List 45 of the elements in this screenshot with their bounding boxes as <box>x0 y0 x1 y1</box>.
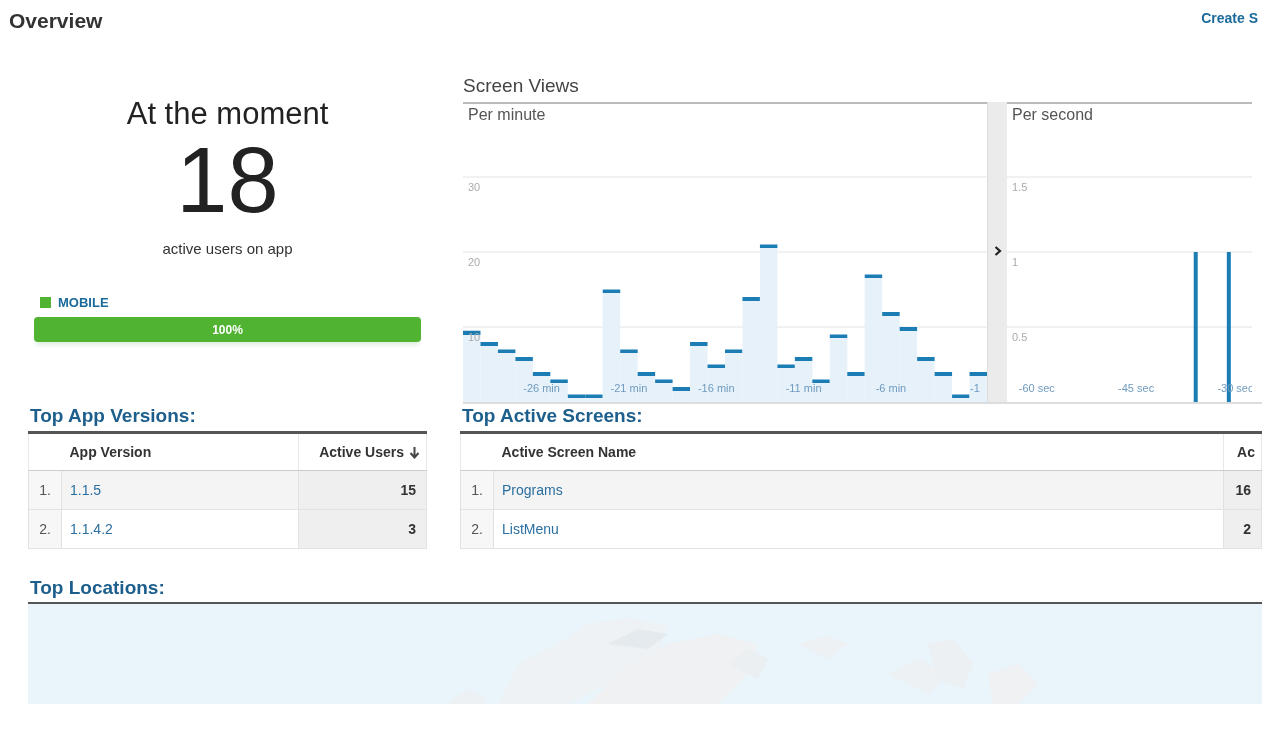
axis-label: -1 <box>970 382 980 394</box>
axis-label: 0.5 <box>1012 331 1028 343</box>
axis-label: -60 sec <box>1018 382 1055 394</box>
section-title: Top App Versions: <box>29 405 197 428</box>
chevron-icon <box>993 245 1002 256</box>
row-number: 2. <box>28 509 62 549</box>
row-link[interactable]: ListMenu <box>502 521 559 537</box>
percent-label: 100% <box>211 323 244 337</box>
table-cell: 16 <box>1223 470 1262 510</box>
row-link[interactable]: 1.1.5 <box>70 482 102 498</box>
row-number: 1. <box>460 470 494 510</box>
axis-label: -45 sec <box>1118 382 1155 394</box>
row-number: 2. <box>460 509 494 549</box>
row-link[interactable]: 1.1.4.2 <box>70 521 113 537</box>
axis-label: 30 <box>468 181 481 193</box>
axis-label: 1 <box>1012 256 1019 268</box>
bar <box>463 330 481 402</box>
chart-subtitle: Per second <box>1012 106 1093 123</box>
row-link[interactable]: Programs <box>502 482 563 498</box>
column-header[interactable]: Active Users <box>298 432 427 471</box>
table-cell: 15 <box>298 470 427 510</box>
column-header: Active Screen Name <box>493 432 1224 471</box>
count-caption: active users on app <box>161 240 294 257</box>
column-header[interactable]: Ac <box>1223 432 1262 471</box>
row-number: 1. <box>28 470 62 510</box>
section-title: Top Active Screens: <box>461 405 644 428</box>
axis-label: -11 min <box>785 382 822 394</box>
table-cell: 2 <box>1223 509 1262 549</box>
axis-label: 1.5 <box>1012 181 1028 193</box>
legend-label: MOBILE <box>58 295 109 310</box>
collapse-handle[interactable] <box>987 102 1007 402</box>
chart-subtitle: Per minute <box>468 106 546 123</box>
realtime-heading: At the moment <box>125 96 330 132</box>
table-cell: 3 <box>298 509 427 549</box>
axis-label: -6 min <box>875 382 907 394</box>
column-header: App Version <box>61 432 299 471</box>
axis-label: -21 min <box>610 382 648 394</box>
page-title: Overview <box>9 9 103 33</box>
create-link[interactable]: Create S <box>1201 9 1258 26</box>
active-user-count: 18 <box>175 134 280 226</box>
bar <box>480 342 498 402</box>
axis-label: 20 <box>468 256 481 268</box>
chart-title: Screen Views <box>463 75 580 98</box>
axis-label: -16 min <box>697 382 735 394</box>
axis-label: -26 min <box>523 382 560 394</box>
